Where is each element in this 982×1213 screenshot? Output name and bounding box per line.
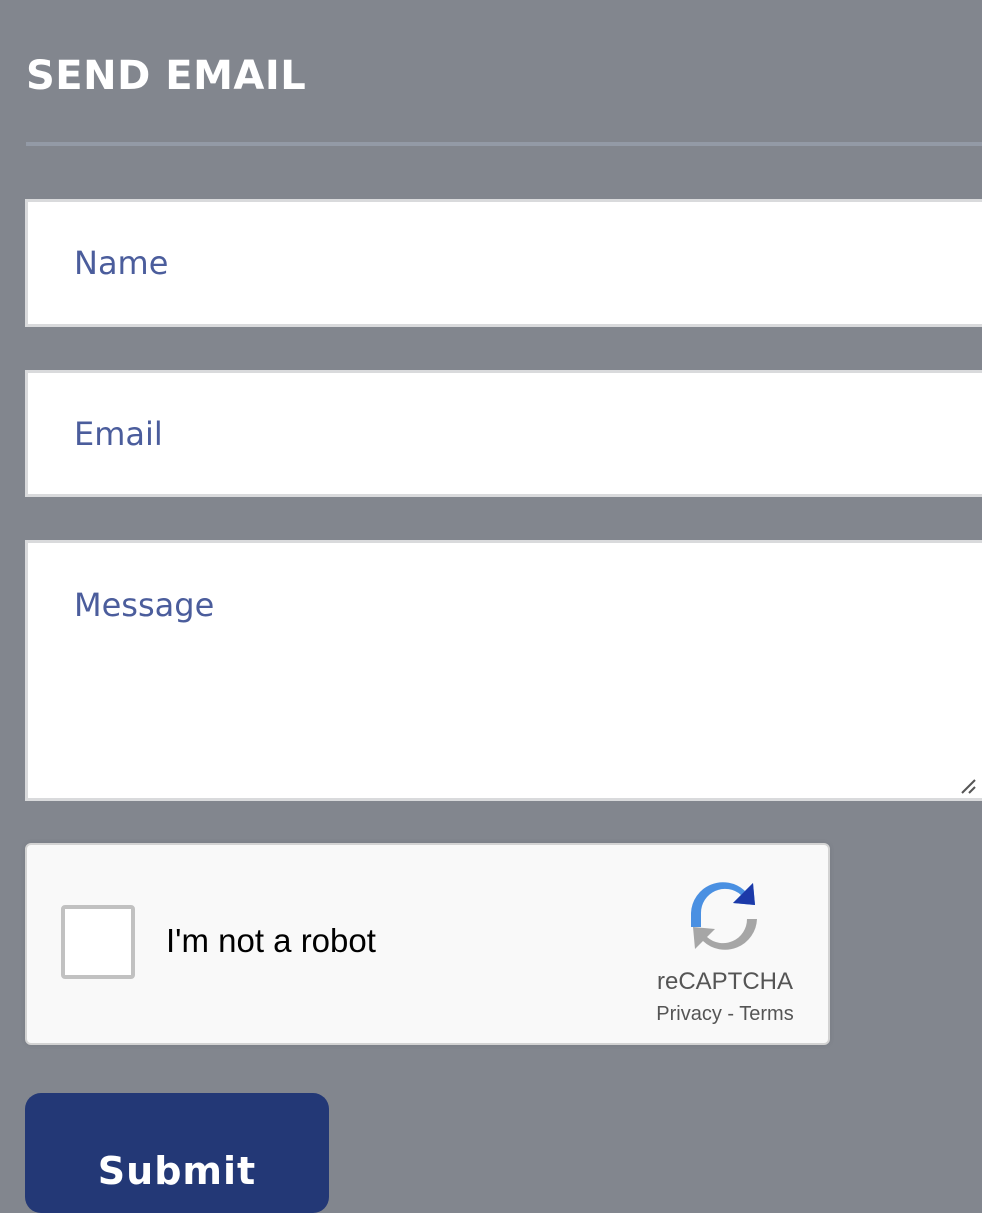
- email-field[interactable]: [25, 370, 982, 497]
- title-divider: [26, 142, 982, 146]
- recaptcha-terms-link[interactable]: Terms: [739, 1003, 793, 1025]
- recaptcha-label: I'm not a robot: [166, 922, 376, 959]
- recaptcha-checkbox[interactable]: [61, 905, 135, 979]
- recaptcha-brand: reCAPTCHA: [656, 968, 794, 995]
- recaptcha-logo-icon: [691, 882, 757, 950]
- name-field[interactable]: [25, 199, 982, 327]
- submit-button[interactable]: Submit: [25, 1093, 329, 1213]
- form-title: SEND EMAIL: [26, 53, 307, 99]
- recaptcha-privacy-link[interactable]: Privacy: [656, 1003, 722, 1025]
- recaptcha-widget: I'm not a robot reCAPTCHA Privacy - Term…: [25, 843, 830, 1045]
- recaptcha-link-separator: -: [721, 1003, 740, 1025]
- recaptcha-links: Privacy - Terms: [637, 1001, 813, 1027]
- message-field[interactable]: [25, 540, 982, 801]
- resize-grip-icon[interactable]: [958, 776, 976, 794]
